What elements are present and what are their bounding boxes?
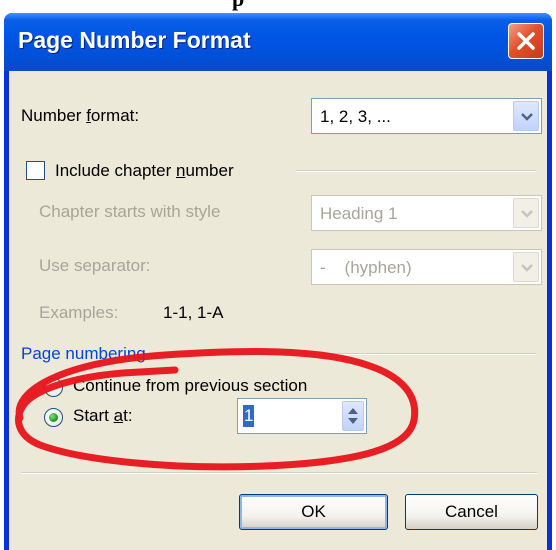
start-at-value[interactable]: 1: [243, 405, 255, 427]
close-button[interactable]: [508, 23, 544, 59]
start-at-spinner[interactable]: 1: [237, 398, 367, 434]
dialog-title: Page Number Format: [18, 27, 251, 53]
page-number-format-dialog: Page Number Format Number format: 1, 2, …: [4, 13, 552, 550]
continue-from-previous-radio[interactable]: [44, 378, 63, 397]
close-icon: [517, 32, 535, 50]
buttons-separator: [21, 472, 537, 474]
page-heading-text: p: [232, 0, 244, 12]
include-chapter-number-checkbox[interactable]: [26, 161, 45, 180]
spinner-arrows-icon: [348, 408, 358, 424]
separator-select[interactable]: - (hyphen): [311, 249, 542, 285]
chapter-starts-with-label: Chapter starts with style: [39, 202, 221, 221]
start-at-label: Start at:: [73, 406, 133, 425]
ok-button[interactable]: OK: [239, 494, 388, 530]
cancel-button[interactable]: Cancel: [405, 494, 538, 530]
dialog-body: Number format: 1, 2, 3, ... Include chap…: [9, 71, 547, 550]
title-bar[interactable]: Page Number Format: [4, 13, 552, 71]
radio-selected-dot: [49, 413, 58, 422]
page-heading-fragment: p: [0, 0, 556, 13]
chapter-style-value: Heading 1: [320, 204, 398, 223]
chevron-down-icon: [521, 113, 533, 121]
number-format-select[interactable]: 1, 2, 3, ...: [311, 98, 542, 134]
page-numbering-separator: [187, 353, 536, 355]
chapter-style-select[interactable]: Heading 1: [311, 195, 542, 231]
chapter-group-separator: [296, 170, 536, 172]
number-format-dropdown-button[interactable]: [513, 101, 539, 131]
chapter-style-dropdown-button[interactable]: [513, 198, 539, 228]
number-format-label: Number format:: [21, 106, 140, 125]
chevron-down-icon: [521, 264, 533, 272]
continue-from-previous-label: Continue from previous section: [73, 376, 308, 395]
page-numbering-group-label: Page numbering: [21, 344, 146, 363]
spinner-buttons[interactable]: [342, 401, 364, 431]
examples-label: Examples:: [39, 303, 119, 322]
examples-value: 1-1, 1-A: [163, 303, 224, 322]
separator-value: - (hyphen): [320, 258, 412, 277]
number-format-value: 1, 2, 3, ...: [320, 107, 391, 126]
chevron-down-icon: [521, 210, 533, 218]
start-at-radio[interactable]: [44, 408, 63, 427]
separator-dropdown-button[interactable]: [513, 252, 539, 282]
separator-label: Use separator:: [39, 256, 151, 275]
include-chapter-number-label: Include chapter number: [55, 161, 234, 180]
